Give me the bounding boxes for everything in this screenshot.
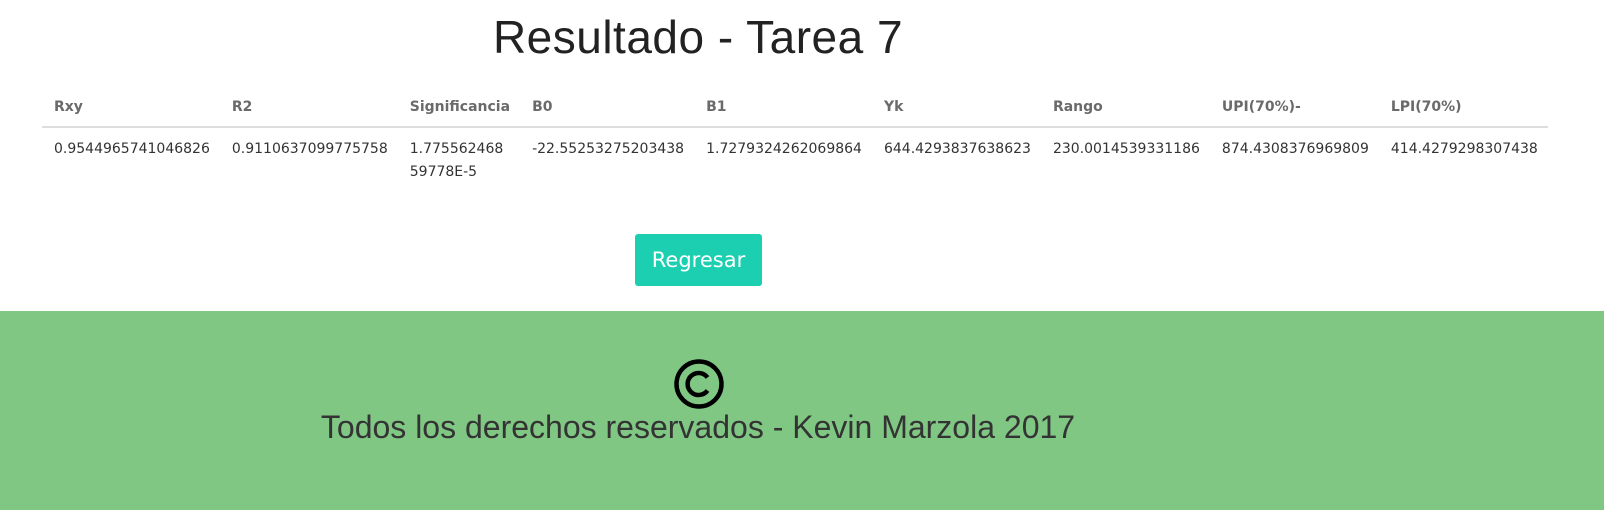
- header-b0: B0: [520, 92, 695, 128]
- cell-b0: -22.55253275203438: [532, 141, 685, 157]
- header-rango: Rango: [1040, 92, 1210, 128]
- footer-text: Todos los derechos reservados - Kevin Ma…: [320, 409, 1076, 445]
- results-table-body: 0.9544965741046826 0.9110637099775758 1.…: [42, 127, 1548, 192]
- cell-lpi: 414.4279298307438: [1390, 141, 1538, 157]
- page: Resultado - Tarea 7 Rxy R2 Significancia…: [0, 0, 1604, 510]
- header-rxy: Rxy: [42, 92, 220, 128]
- header-upi: UPI(70%)-: [1209, 92, 1379, 128]
- header-yk: Yk: [871, 92, 1041, 128]
- cell-significancia: 1.77556246859778E-5: [409, 141, 504, 180]
- header-r2: R2: [219, 92, 398, 128]
- copyright-icon: [674, 359, 724, 409]
- back-button[interactable]: Regresar: [635, 234, 762, 286]
- cell-yk: 644.4293837638623: [883, 141, 1031, 157]
- footer: Todos los derechos reservados - Kevin Ma…: [0, 311, 1604, 510]
- cell-rango: 230.0014539331186: [1052, 141, 1200, 157]
- page-title: Resultado - Tarea 7: [492, 11, 904, 63]
- header-row: Rxy R2 Significancia B0 B1 Yk Rango UPI(…: [42, 92, 1548, 128]
- cell-r2: 0.9110637099775758: [231, 141, 388, 157]
- results-table: Rxy R2 Significancia B0 B1 Yk Rango UPI(…: [42, 92, 1548, 192]
- cell-rxy: 0.9544965741046826: [54, 141, 210, 157]
- results-table-head: Rxy R2 Significancia B0 B1 Yk Rango UPI(…: [42, 92, 1548, 128]
- header-b1: B1: [694, 92, 872, 128]
- header-lpi: LPI(70%): [1378, 92, 1548, 128]
- cell-upi: 874.4308376969809: [1221, 141, 1369, 157]
- header-significancia: Significancia: [397, 92, 521, 128]
- cell-b1: 1.7279324262069864: [706, 141, 862, 157]
- table-row: 0.9544965741046826 0.9110637099775758 1.…: [42, 127, 1548, 192]
